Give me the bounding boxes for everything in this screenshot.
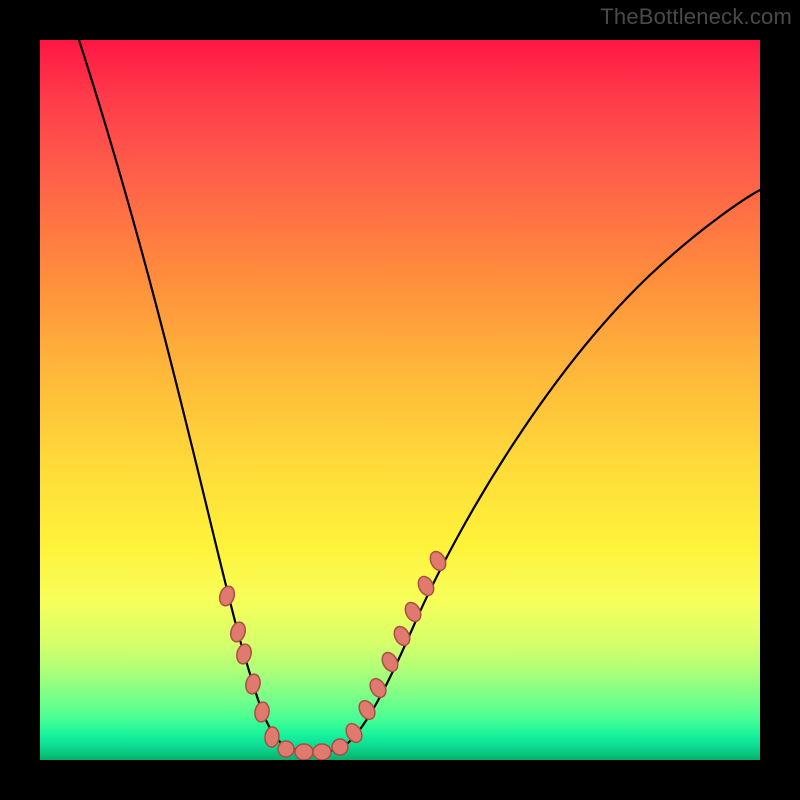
- curve-marker: [229, 620, 248, 643]
- curve-marker: [235, 643, 253, 666]
- curve-marker: [415, 574, 436, 598]
- curve-svg: [40, 40, 760, 760]
- curve-marker: [253, 701, 270, 723]
- curve-marker: [367, 676, 389, 700]
- curve-marker: [402, 600, 424, 624]
- curve-marker: [427, 549, 448, 573]
- plot-area: [40, 40, 760, 760]
- curve-marker: [244, 673, 262, 695]
- chart-frame: TheBottleneck.com: [0, 0, 800, 800]
- curve-marker: [264, 726, 280, 747]
- curve-marker: [379, 650, 401, 674]
- curve-marker: [330, 737, 350, 757]
- curve-marker: [295, 744, 313, 760]
- curve-marker: [391, 624, 413, 648]
- curve-marker: [313, 744, 331, 760]
- watermark-text: TheBottleneck.com: [600, 4, 792, 30]
- curve-marker: [356, 698, 378, 722]
- curve-marker: [217, 584, 236, 607]
- v-curve: [79, 40, 760, 752]
- markers-group: [217, 549, 448, 760]
